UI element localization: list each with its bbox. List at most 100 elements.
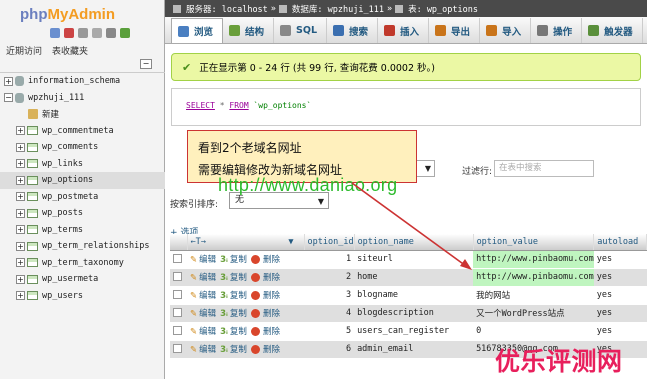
pencil-icon[interactable]: ✎ bbox=[190, 291, 197, 301]
expand-toggle[interactable]: + bbox=[16, 192, 25, 202]
cell-option-id[interactable]: 2 bbox=[304, 268, 355, 287]
sort-arrows-header[interactable]: ←T→ ▼ bbox=[187, 234, 305, 251]
delete-link[interactable]: 删除 bbox=[263, 309, 280, 319]
delete-link[interactable]: 删除 bbox=[263, 291, 280, 301]
sql-from-keyword[interactable]: FROM bbox=[229, 101, 248, 110]
column-header-option-id[interactable]: option_id bbox=[304, 234, 355, 251]
tree-item[interactable]: + wp_usermeta bbox=[0, 271, 165, 288]
copy-link[interactable]: 复制 bbox=[230, 345, 247, 355]
copy-icon[interactable]: 3ᵢ bbox=[220, 327, 228, 337]
tab-operations[interactable]: 操作 bbox=[531, 18, 583, 43]
row-checkbox[interactable] bbox=[173, 344, 182, 353]
tree-item[interactable]: + wp_users bbox=[0, 288, 165, 305]
row-checkbox[interactable] bbox=[173, 308, 182, 317]
breadcrumb-table[interactable]: 表: wp_options bbox=[408, 3, 478, 15]
pencil-icon[interactable]: ✎ bbox=[190, 255, 197, 265]
tree-item[interactable]: + wp_term_relationships bbox=[0, 238, 165, 255]
cell-option-name[interactable]: blogname bbox=[354, 286, 474, 305]
tree-item[interactable]: + wp_terms bbox=[0, 222, 165, 239]
collapse-all-button[interactable]: − bbox=[140, 59, 152, 69]
docs-icon[interactable] bbox=[92, 28, 102, 38]
edit-link[interactable]: 编辑 bbox=[199, 273, 216, 283]
tree-item-label[interactable]: wp_terms bbox=[42, 225, 83, 235]
cell-option-name[interactable]: users_can_register bbox=[354, 322, 474, 341]
cell-option-value[interactable]: 又一个WordPress站点 bbox=[473, 304, 594, 323]
cell-autoload[interactable]: yes bbox=[593, 286, 647, 305]
row-checkbox[interactable] bbox=[173, 326, 182, 335]
copy-icon[interactable]: 3ᵢ bbox=[220, 255, 228, 265]
cell-option-name[interactable]: blogdescription bbox=[354, 304, 474, 323]
filter-rows-input[interactable]: 在表中搜索 bbox=[494, 160, 594, 177]
cell-option-name[interactable]: siteurl bbox=[354, 250, 474, 269]
tree-item-label[interactable]: wp_links bbox=[42, 159, 83, 169]
delete-icon[interactable] bbox=[250, 309, 260, 318]
chevron-down-icon[interactable]: ▼ bbox=[288, 237, 293, 247]
column-header-option-value[interactable]: option_value bbox=[473, 234, 595, 251]
home-icon[interactable] bbox=[50, 28, 60, 38]
cell-option-id[interactable]: 3 bbox=[304, 286, 355, 305]
delete-icon[interactable] bbox=[250, 255, 260, 264]
breadcrumb-server[interactable]: 服务器: localhost bbox=[186, 3, 268, 15]
delete-link[interactable]: 删除 bbox=[263, 255, 280, 265]
reload-icon[interactable] bbox=[120, 28, 130, 38]
delete-link[interactable]: 删除 bbox=[263, 327, 280, 337]
cell-option-id[interactable]: 1 bbox=[304, 250, 355, 269]
tree-item[interactable]: 新建 bbox=[0, 106, 165, 123]
breadcrumb-database[interactable]: 数据库: wpzhuji_111 bbox=[292, 3, 384, 15]
expand-toggle[interactable]: + bbox=[16, 274, 25, 284]
pencil-icon[interactable]: ✎ bbox=[190, 309, 197, 319]
pencil-icon[interactable]: ✎ bbox=[190, 345, 197, 355]
delete-icon[interactable] bbox=[250, 273, 260, 282]
copy-link[interactable]: 复制 bbox=[230, 291, 247, 301]
cell-option-value[interactable]: http://www.pinbaomu.com bbox=[473, 250, 594, 269]
tree-item-label[interactable]: 新建 bbox=[42, 108, 59, 120]
settings-icon[interactable] bbox=[106, 28, 116, 38]
sql-icon[interactable] bbox=[78, 28, 88, 38]
tab-insert[interactable]: 插入 bbox=[378, 18, 430, 43]
tab-structure[interactable]: 结构 bbox=[223, 18, 275, 43]
edit-link[interactable]: 编辑 bbox=[199, 327, 216, 337]
tree-item[interactable]: + wp_postmeta bbox=[0, 189, 165, 206]
tree-item-label[interactable]: wp_term_taxonomy bbox=[42, 258, 124, 268]
tree-item[interactable]: + wp_term_taxonomy bbox=[0, 255, 165, 272]
tree-item-label[interactable]: wp_posts bbox=[42, 208, 83, 218]
cell-option-value[interactable]: 我的网站 bbox=[473, 286, 594, 305]
tab-triggers[interactable]: 触发器 bbox=[582, 18, 643, 43]
tree-item[interactable]: + wp_options bbox=[0, 172, 165, 189]
cell-autoload[interactable]: yes bbox=[593, 304, 647, 323]
tree-item-label[interactable]: wp_commentmeta bbox=[42, 126, 114, 136]
delete-icon[interactable] bbox=[250, 291, 260, 300]
delete-link[interactable]: 删除 bbox=[263, 273, 280, 283]
phpmyadmin-logo[interactable]: phpMyAdmin bbox=[20, 6, 115, 23]
tab-browse[interactable]: 浏览 bbox=[171, 18, 224, 43]
expand-toggle[interactable]: + bbox=[16, 225, 25, 235]
expand-toggle[interactable]: + bbox=[16, 291, 25, 301]
delete-icon[interactable] bbox=[250, 327, 260, 336]
expand-toggle[interactable]: + bbox=[16, 258, 25, 268]
tree-item-label[interactable]: wpzhuji_111 bbox=[28, 93, 84, 103]
sql-select-keyword[interactable]: SELECT bbox=[186, 101, 215, 110]
cell-option-value[interactable]: http://www.pinbaomu.com bbox=[473, 268, 594, 287]
expand-toggle[interactable]: + bbox=[4, 76, 13, 86]
copy-icon[interactable]: 3ᵢ bbox=[220, 291, 228, 301]
edit-link[interactable]: 编辑 bbox=[199, 309, 216, 319]
copy-link[interactable]: 复制 bbox=[230, 309, 247, 319]
logout-icon[interactable] bbox=[64, 28, 74, 38]
edit-link[interactable]: 编辑 bbox=[199, 291, 216, 301]
row-checkbox[interactable] bbox=[173, 254, 182, 263]
tree-item[interactable]: − wpzhuji_111 bbox=[0, 90, 165, 107]
tab-import[interactable]: 导入 bbox=[480, 18, 532, 43]
pencil-icon[interactable]: ✎ bbox=[190, 273, 197, 283]
tree-item-label[interactable]: wp_term_relationships bbox=[42, 241, 149, 251]
expand-toggle[interactable]: + bbox=[16, 159, 25, 169]
tab-sql[interactable]: SQL bbox=[274, 18, 328, 43]
delete-link[interactable]: 删除 bbox=[263, 345, 280, 355]
copy-link[interactable]: 复制 bbox=[230, 255, 247, 265]
cell-option-id[interactable]: 4 bbox=[304, 304, 355, 323]
tree-item-label[interactable]: wp_postmeta bbox=[42, 192, 98, 202]
copy-icon[interactable]: 3ᵢ bbox=[220, 273, 228, 283]
tree-item-label[interactable]: wp_users bbox=[42, 291, 83, 301]
tab-recent[interactable]: 近期访问 bbox=[6, 44, 42, 57]
row-checkbox[interactable] bbox=[173, 272, 182, 281]
tree-item[interactable]: + wp_commentmeta bbox=[0, 123, 165, 140]
